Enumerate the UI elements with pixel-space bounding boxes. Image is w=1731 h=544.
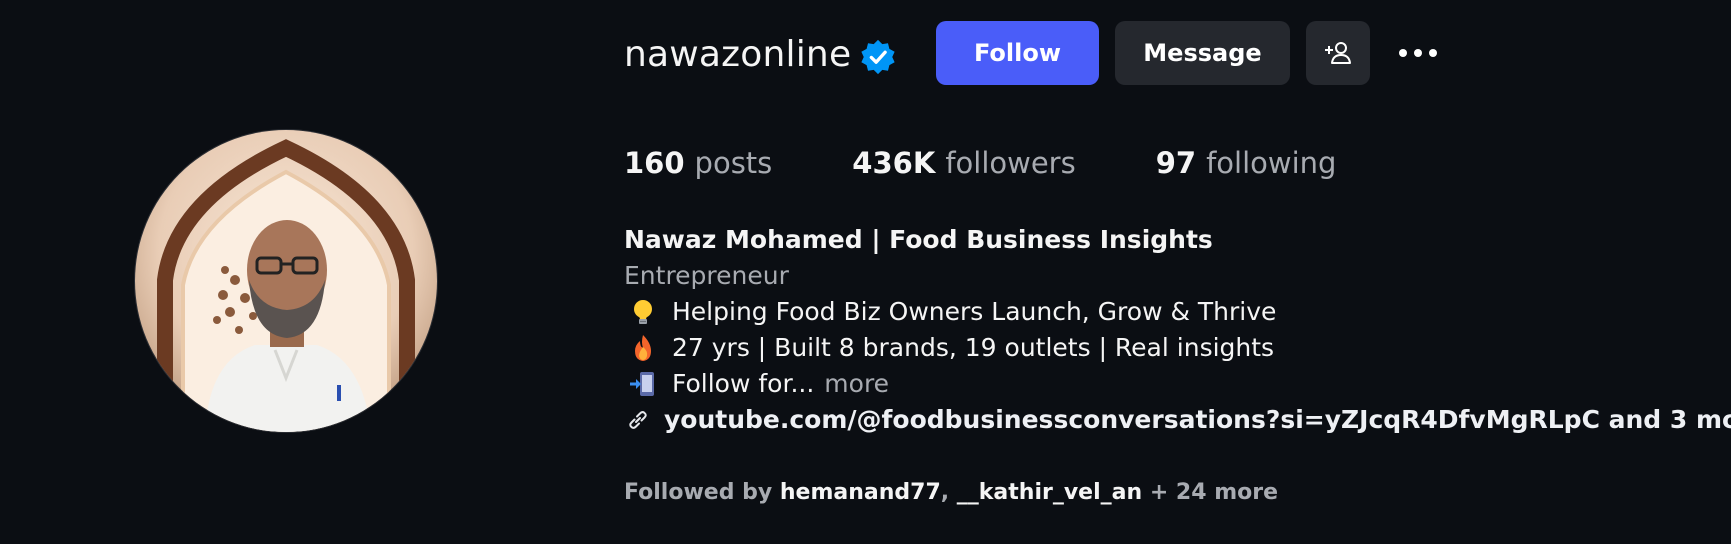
bio-name: Nawaz Mohamed | Food Business Insights: [624, 225, 1213, 254]
bio-line: 27 yrs | Built 8 brands, 19 outlets | Re…: [624, 330, 1731, 366]
suggested-accounts-button[interactable]: [1306, 21, 1370, 85]
mobile-arrow-icon: [630, 372, 654, 396]
followed-by-suffix: + 24 more: [1149, 480, 1279, 505]
link-icon: [629, 411, 647, 429]
posts-count: 160 posts: [624, 142, 772, 184]
followed-by-user[interactable]: hemanand77: [780, 480, 941, 505]
stat-label: posts: [694, 146, 773, 180]
bio-line: Helping Food Biz Owners Launch, Grow & T…: [624, 294, 1731, 330]
more-options-icon: [1396, 49, 1441, 57]
profile-avatar[interactable]: [134, 129, 438, 433]
followed-by-prefix: Followed by: [624, 480, 773, 505]
followers-link[interactable]: 436K followers: [852, 142, 1075, 184]
bio-line-text: Follow for...: [672, 369, 815, 398]
stat-value: 97: [1155, 146, 1197, 180]
follow-button[interactable]: Follow: [936, 21, 1099, 85]
stat-value: 160: [624, 146, 685, 180]
followed-by-separator: ,: [940, 480, 950, 505]
bio-link-text: youtube.com/@foodbusinessconversations?s…: [664, 405, 1731, 434]
message-button[interactable]: Message: [1115, 21, 1290, 85]
bio-more-link[interactable]: more: [824, 366, 889, 402]
add-person-icon: [1325, 42, 1351, 64]
profile-stats: 160 posts 436K followers 97 following: [624, 142, 1416, 184]
verified-badge-icon: [861, 39, 895, 75]
bio-line-text: Helping Food Biz Owners Launch, Grow & T…: [672, 297, 1277, 326]
bio-category: Entrepreneur: [624, 261, 789, 290]
followed-by-user[interactable]: __kathir_vel_an: [957, 480, 1142, 505]
bio-line-text: 27 yrs | Built 8 brands, 19 outlets | Re…: [672, 333, 1275, 362]
following-link[interactable]: 97 following: [1156, 142, 1337, 184]
profile-username: nawazonline: [624, 34, 852, 75]
avatar-photo: [135, 130, 437, 432]
followed-by[interactable]: Followed by hemanand77, __kathir_vel_an …: [624, 477, 1278, 509]
fire-icon: [635, 335, 651, 361]
stat-value: 436K: [852, 146, 936, 180]
profile-bio: Nawaz Mohamed | Food Business Insights E…: [624, 222, 1731, 438]
more-options-button[interactable]: [1386, 28, 1450, 78]
light-bulb-icon: [634, 300, 652, 324]
bio-line: Follow for... more: [624, 366, 1731, 402]
stat-label: following: [1206, 146, 1337, 180]
stat-label: followers: [945, 146, 1076, 180]
bio-external-link[interactable]: youtube.com/@foodbusinessconversations?s…: [624, 402, 1731, 438]
